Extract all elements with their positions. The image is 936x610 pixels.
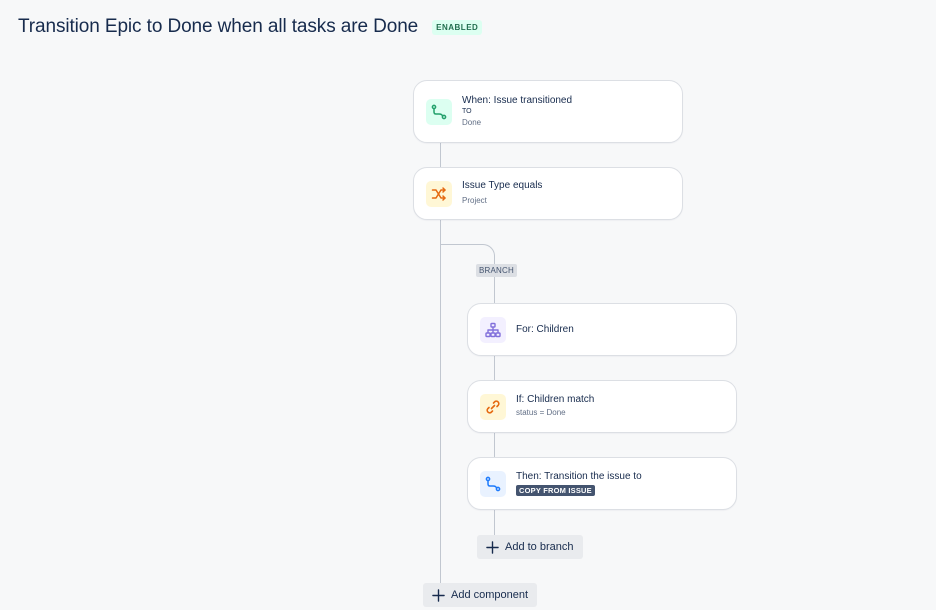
trigger-to-label: TO — [462, 107, 472, 115]
plus-icon — [432, 588, 445, 602]
branch-label: BRANCH — [476, 264, 517, 277]
branch-if-card[interactable]: If: Children match status = Done — [467, 380, 737, 433]
rule-header: Transition Epic to Done when all tasks a… — [18, 16, 483, 38]
add-to-branch-label: Add to branch — [505, 541, 574, 553]
condition-title: Issue Type equals — [462, 180, 543, 191]
branch-then-card[interactable]: Then: Transition the issue to COPY FROM … — [467, 457, 737, 510]
branch-for-card[interactable]: For: Children — [467, 303, 737, 356]
connector-line — [494, 510, 495, 536]
copy-from-issue-lozenge: COPY FROM ISSUE — [516, 485, 595, 496]
page-title: Transition Epic to Done when all tasks a… — [18, 16, 419, 37]
add-to-branch-button[interactable]: Add to branch — [477, 535, 583, 559]
trigger-title: When: Issue transitioned — [462, 94, 573, 106]
plus-icon — [486, 540, 499, 554]
connector-line — [440, 142, 441, 168]
branch-if-title: If: Children match — [516, 394, 595, 405]
branch-then-title: Then: Transition the issue to — [516, 471, 642, 482]
connector-line — [494, 432, 495, 458]
shuffle-icon — [426, 180, 452, 207]
connector-line — [494, 355, 495, 381]
trigger-detail: Done — [462, 117, 482, 127]
trigger-card[interactable]: When: Issue transitioned TO Done — [413, 80, 683, 143]
transition-icon — [426, 98, 452, 125]
branch-if-detail: status = Done — [516, 408, 566, 417]
condition-detail: Project — [462, 196, 487, 205]
status-badge: ENABLED — [432, 19, 483, 35]
link-icon — [480, 393, 506, 420]
branch-for-title: For: Children — [516, 323, 574, 335]
add-component-label: Add component — [451, 589, 529, 601]
condition-card[interactable]: Issue Type equals Project — [413, 167, 683, 220]
hierarchy-icon — [480, 316, 506, 343]
add-component-button[interactable]: Add component — [423, 583, 538, 607]
connector-line — [494, 278, 495, 304]
transition-icon — [480, 470, 506, 497]
